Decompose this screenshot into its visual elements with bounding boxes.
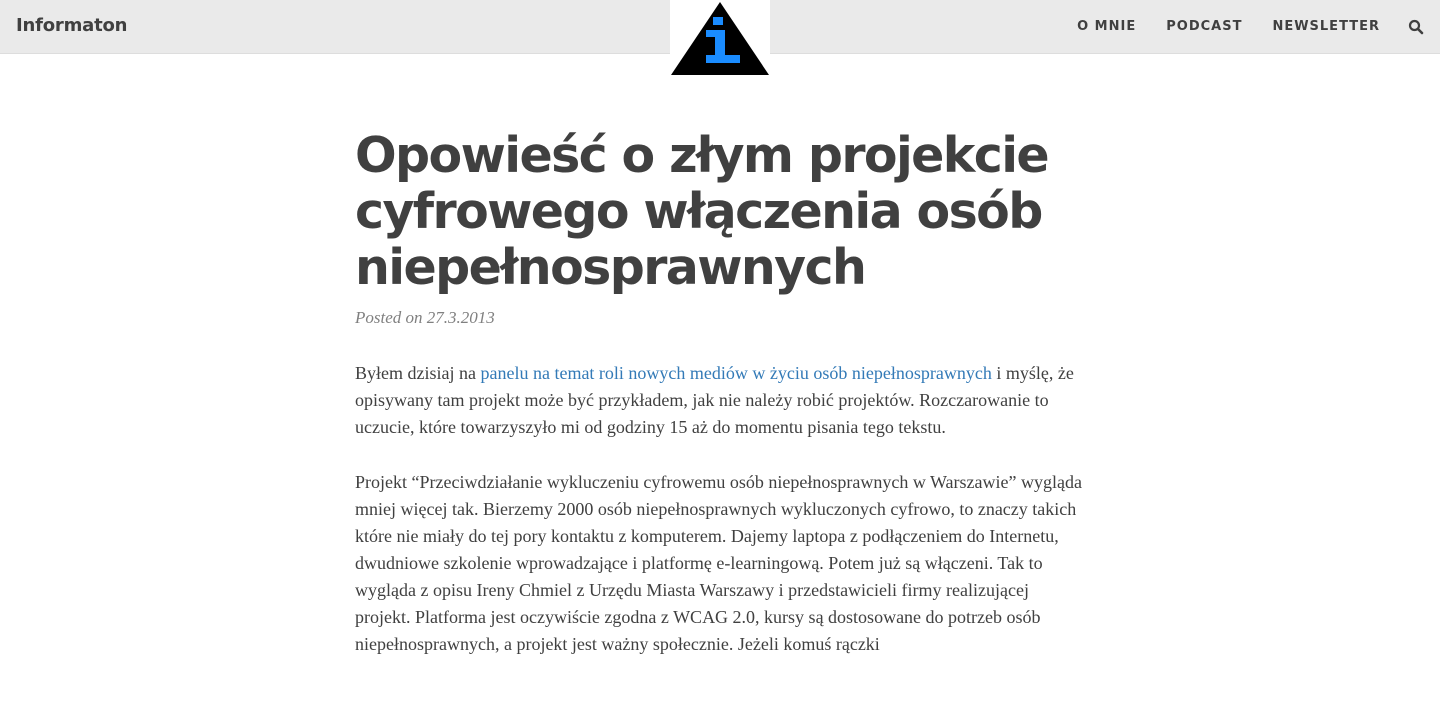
- post-date: Posted on 27.3.2013: [355, 308, 495, 327]
- nav-item-podcast[interactable]: PODCAST: [1166, 19, 1242, 34]
- search-icon[interactable]: [1408, 19, 1424, 35]
- nav-item-o-mnie[interactable]: O MNIE: [1077, 19, 1136, 34]
- nav-item-newsletter[interactable]: NEWSLETTER: [1272, 19, 1380, 34]
- info-triangle-logo[interactable]: [670, 0, 770, 76]
- panel-link[interactable]: panelu na temat roli nowych mediów w życ…: [480, 363, 991, 383]
- article: Opowieść o złym projekcie cyfrowego włąc…: [355, 128, 1085, 658]
- site-brand-link[interactable]: Informaton: [16, 15, 127, 36]
- post-paragraph-2: Projekt “Przeciwdziałanie wykluczeniu cy…: [355, 472, 1082, 654]
- post-title: Opowieść o złym projekcie cyfrowego włąc…: [355, 127, 1050, 296]
- paragraph-text: Byłem dzisiaj na: [355, 363, 481, 383]
- main-nav: O MNIE PODCAST NEWSLETTER: [1047, 0, 1440, 53]
- post-paragraph-1: Byłem dzisiaj na panelu na temat roli no…: [355, 360, 1085, 441]
